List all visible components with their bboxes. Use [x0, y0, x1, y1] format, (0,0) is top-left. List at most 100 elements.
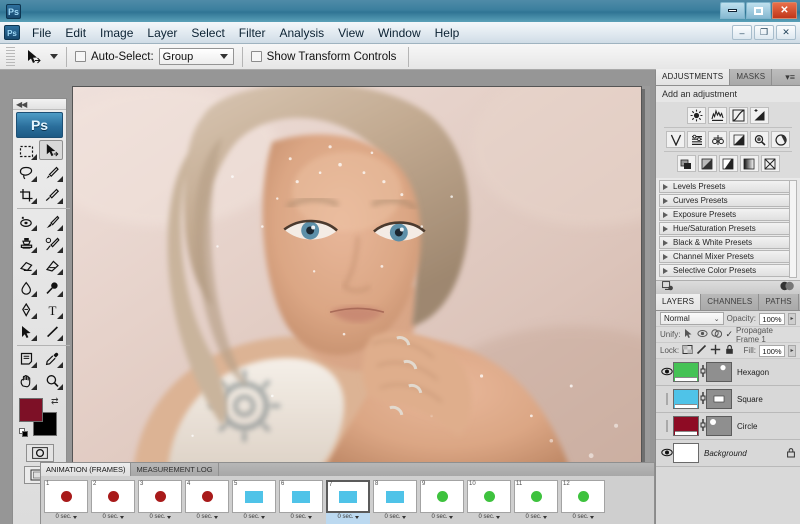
notes-tool[interactable]: [13, 348, 39, 370]
presets-scrollbar[interactable]: [789, 180, 797, 278]
layer-mask-link-icon[interactable]: [699, 418, 706, 434]
foreground-color-swatch[interactable]: [19, 398, 43, 422]
layer-visibility-toggle[interactable]: [660, 394, 673, 404]
menu-select[interactable]: Select: [184, 23, 231, 43]
swap-colors-icon[interactable]: ⇄: [51, 396, 59, 407]
tab-adjustments[interactable]: ADJUSTMENTS: [656, 69, 730, 85]
unify-position-icon[interactable]: [683, 328, 694, 342]
frame-delay[interactable]: 0 sec.: [514, 513, 558, 520]
pen-tool[interactable]: [13, 299, 39, 321]
fill-value[interactable]: 100%: [759, 345, 785, 357]
animation-frame[interactable]: 30 sec.: [138, 480, 182, 524]
preset-hue-saturation[interactable]: Hue/Saturation Presets: [659, 222, 797, 235]
clip-to-layer-icon[interactable]: [662, 281, 675, 295]
frame-delay[interactable]: 0 sec.: [232, 513, 276, 520]
unify-visibility-icon[interactable]: [697, 328, 708, 342]
layer-mask-thumbnail[interactable]: [706, 416, 732, 436]
animation-frame[interactable]: 50 sec.: [232, 480, 276, 524]
eyedropper-tool[interactable]: [39, 348, 65, 370]
animation-frame[interactable]: 90 sec.: [420, 480, 464, 524]
propagate-frame-control[interactable]: ✓ Propagate Frame 1: [725, 326, 796, 344]
menu-view[interactable]: View: [331, 23, 371, 43]
options-bar-grip[interactable]: [6, 47, 15, 67]
spot-healing-brush-tool[interactable]: [13, 211, 39, 233]
animation-frame[interactable]: 10 sec.: [44, 480, 88, 524]
document-close-button[interactable]: ✕: [776, 25, 796, 40]
layers-list[interactable]: HexagonSquareCircleBackground: [656, 359, 800, 467]
hue-saturation-icon[interactable]: [687, 131, 706, 148]
menu-layer[interactable]: Layer: [140, 23, 184, 43]
type-tool[interactable]: T: [39, 299, 65, 321]
tab-paths[interactable]: PATHS: [759, 294, 798, 310]
preset-levels[interactable]: Levels Presets: [659, 180, 797, 193]
frame-thumbnail[interactable]: 1: [44, 480, 88, 513]
hand-tool[interactable]: [13, 370, 39, 392]
frame-thumbnail[interactable]: 7: [326, 480, 370, 513]
move-tool-icon[interactable]: [19, 46, 47, 68]
line-tool[interactable]: [39, 321, 65, 343]
frame-thumbnail[interactable]: 6: [279, 480, 323, 513]
frame-thumbnail[interactable]: 2: [91, 480, 135, 513]
layer-visibility-toggle[interactable]: [660, 421, 673, 431]
menu-window[interactable]: Window: [371, 23, 428, 43]
curves-icon[interactable]: [729, 107, 748, 124]
opacity-stepper-icon[interactable]: ▸: [788, 313, 796, 325]
move-tool[interactable]: [39, 140, 63, 160]
document-minimize-button[interactable]: –: [732, 25, 752, 40]
show-transform-controls-checkbox[interactable]: [251, 51, 262, 62]
layer-row[interactable]: Circle: [656, 413, 800, 440]
preset-curves[interactable]: Curves Presets: [659, 194, 797, 207]
menu-help[interactable]: Help: [428, 23, 467, 43]
frame-strip[interactable]: 10 sec.20 sec.30 sec.40 sec.50 sec.60 se…: [41, 476, 654, 524]
rectangular-marquee-tool[interactable]: [13, 140, 39, 162]
frame-delay[interactable]: 0 sec.: [326, 513, 370, 520]
quick-selection-tool[interactable]: [39, 162, 65, 184]
opacity-value[interactable]: 100%: [759, 313, 785, 325]
frame-delay[interactable]: 0 sec.: [185, 513, 229, 520]
frame-delay[interactable]: 0 sec.: [279, 513, 323, 520]
frame-thumbnail[interactable]: 10: [467, 480, 511, 513]
lock-position-icon[interactable]: [710, 344, 721, 358]
adjustments-panel-menu-icon[interactable]: ▾≡: [780, 69, 800, 85]
layer-row[interactable]: Hexagon: [656, 359, 800, 386]
animation-frame[interactable]: 40 sec.: [185, 480, 229, 524]
frame-thumbnail[interactable]: 3: [138, 480, 182, 513]
slice-tool[interactable]: [39, 184, 65, 206]
frame-delay[interactable]: 0 sec.: [420, 513, 464, 520]
layer-mask-thumbnail[interactable]: [706, 389, 732, 409]
lasso-tool[interactable]: [13, 162, 39, 184]
levels-icon[interactable]: [708, 107, 727, 124]
animation-frame[interactable]: 70 sec.: [326, 480, 370, 524]
layer-thumbnail[interactable]: [673, 389, 699, 409]
frame-delay[interactable]: 0 sec.: [467, 513, 511, 520]
layer-thumbnail[interactable]: [673, 362, 699, 382]
menu-file[interactable]: File: [25, 23, 58, 43]
preset-black-white[interactable]: Black & White Presets: [659, 236, 797, 249]
minimize-button[interactable]: [720, 2, 745, 19]
photo-filter-icon[interactable]: [750, 131, 769, 148]
maximize-button[interactable]: [746, 2, 771, 19]
tab-channels[interactable]: CHANNELS: [701, 294, 759, 310]
frame-thumbnail[interactable]: 5: [232, 480, 276, 513]
animation-frame[interactable]: 80 sec.: [373, 480, 417, 524]
menu-edit[interactable]: Edit: [58, 23, 93, 43]
threshold-icon[interactable]: [719, 155, 738, 172]
brush-tool[interactable]: [39, 211, 65, 233]
tool-preset-caret-icon[interactable]: [50, 54, 58, 59]
auto-select-dropdown[interactable]: Group: [159, 48, 234, 65]
channel-mixer-icon[interactable]: [771, 131, 790, 148]
fill-stepper-icon[interactable]: ▸: [788, 345, 796, 357]
animation-frame[interactable]: 20 sec.: [91, 480, 135, 524]
layer-mask-link-icon[interactable]: [699, 364, 706, 380]
layer-visibility-icon[interactable]: [660, 367, 673, 378]
view-previous-state-icon[interactable]: [780, 281, 794, 294]
layer-mask-link-icon[interactable]: [699, 391, 706, 407]
close-button[interactable]: ✕: [772, 2, 797, 19]
preset-selective-color[interactable]: Selective Color Presets: [659, 264, 797, 277]
dodge-tool[interactable]: [39, 277, 65, 299]
history-brush-tool[interactable]: [39, 233, 65, 255]
gradient-map-icon[interactable]: [740, 155, 759, 172]
tab-masks[interactable]: MASKS: [730, 69, 772, 85]
image-canvas[interactable]: [72, 86, 642, 472]
frame-delay[interactable]: 0 sec.: [373, 513, 417, 520]
